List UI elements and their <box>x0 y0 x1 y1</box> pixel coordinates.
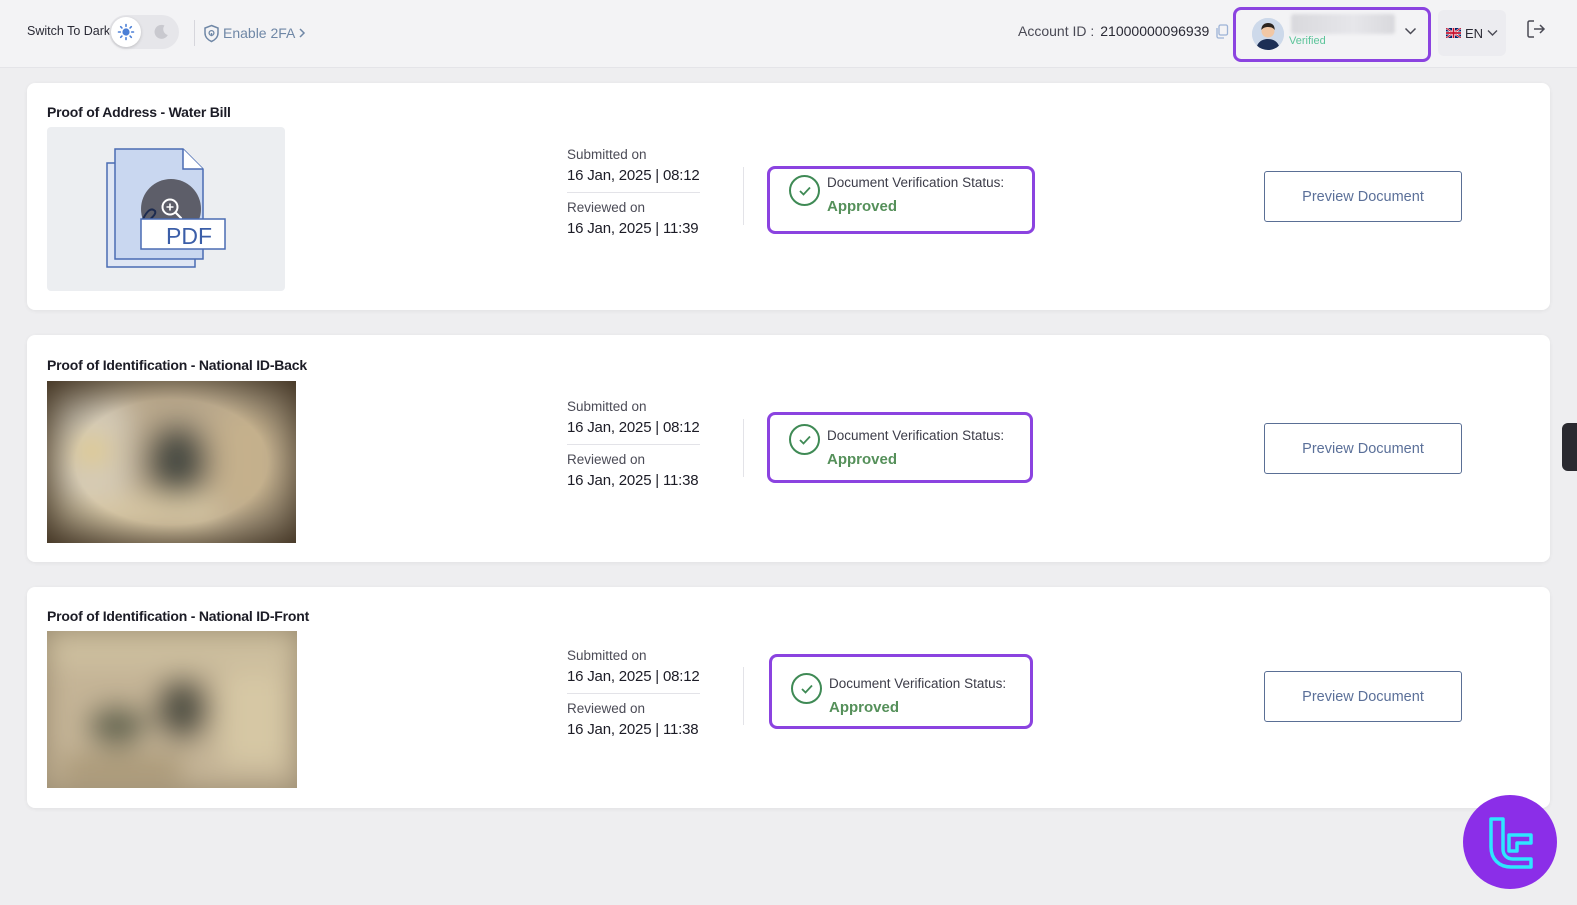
date-divider <box>567 192 700 193</box>
document-title: Proof of Address - Water Bill <box>47 104 231 120</box>
document-card: Proof of Identification - National ID-Ba… <box>27 335 1550 562</box>
reviewed-date: 16 Jan, 2025 | 11:39 <box>567 220 699 237</box>
brand-logo-icon <box>1463 795 1557 889</box>
document-dates: Submitted on 16 Jan, 2025 | 08:12 Review… <box>567 147 700 237</box>
reviewed-label: Reviewed on <box>567 200 646 215</box>
submitted-date: 16 Jan, 2025 | 08:12 <box>567 167 700 184</box>
avatar[interactable] <box>1252 18 1284 50</box>
sun-icon <box>117 23 135 41</box>
submitted-label: Submitted on <box>567 147 647 162</box>
date-divider <box>567 693 700 694</box>
column-divider <box>743 167 744 225</box>
flag-uk-icon <box>1445 28 1461 38</box>
verified-badge: Verified <box>1289 35 1326 47</box>
theme-toggle-label: Switch To Dark <box>27 24 111 38</box>
reviewed-label: Reviewed on <box>567 452 646 467</box>
profile-name-blurred <box>1291 14 1395 34</box>
theme-knob[interactable] <box>111 17 141 47</box>
language-selector[interactable]: EN <box>1438 10 1506 56</box>
theme-toggle[interactable] <box>109 15 179 49</box>
status-label: Document Verification Status: <box>827 175 1005 190</box>
verification-status: Document Verification Status: Approved <box>767 412 1033 483</box>
date-divider <box>567 444 700 445</box>
pdf-icon: PDF <box>106 148 226 268</box>
submitted-date: 16 Jan, 2025 | 08:12 <box>567 419 700 436</box>
column-divider <box>743 667 744 725</box>
preview-document-button[interactable]: Preview Document <box>1264 171 1462 222</box>
copy-icon[interactable] <box>1215 23 1229 39</box>
status-value: Approved <box>827 198 898 215</box>
logout-icon[interactable] <box>1526 19 1546 39</box>
shield-icon <box>204 24 219 42</box>
document-title: Proof of Identification - National ID-Fr… <box>47 608 310 624</box>
status-label: Document Verification Status: <box>827 428 1005 443</box>
document-thumbnail-pdf[interactable]: PDF <box>47 127 285 291</box>
side-feedback-tab[interactable] <box>1562 423 1577 471</box>
check-circle-icon <box>789 175 820 206</box>
submitted-label: Submitted on <box>567 648 647 663</box>
document-thumbnail-image[interactable] <box>47 631 297 788</box>
language-label[interactable]: EN <box>1465 26 1483 41</box>
enable-2fa-label[interactable]: Enable 2FA <box>223 25 295 41</box>
status-label: Document Verification Status: <box>829 676 1007 691</box>
account-id-value: 21000000096939 <box>1100 23 1210 39</box>
document-card: Proof of Address - Water Bill PDF Submit… <box>27 83 1550 310</box>
preview-document-button[interactable]: Preview Document <box>1264 671 1462 722</box>
header-divider <box>194 20 195 46</box>
account-id: Account ID : 21000000096939 <box>1018 23 1229 39</box>
reviewed-label: Reviewed on <box>567 701 646 716</box>
document-card: Proof of Identification - National ID-Fr… <box>27 587 1550 808</box>
verification-status: Document Verification Status: Approved <box>767 166 1035 234</box>
check-circle-icon <box>789 424 820 455</box>
top-bar: Switch To Dark Enable 2FA Account ID: 2… <box>0 0 1577 68</box>
reviewed-date: 16 Jan, 2025 | 11:38 <box>567 472 699 489</box>
document-dates: Submitted on 16 Jan, 2025 | 08:12 Review… <box>567 399 700 489</box>
reviewed-date: 16 Jan, 2025 | 11:38 <box>567 721 699 738</box>
document-thumbnail-image[interactable] <box>47 381 296 543</box>
chevron-right-icon <box>299 28 306 38</box>
moon-icon <box>154 24 168 39</box>
column-divider <box>743 419 744 477</box>
enable-2fa-link[interactable]: Enable 2FA <box>203 22 306 44</box>
chevron-down-icon <box>1487 30 1498 36</box>
preview-document-button[interactable]: Preview Document <box>1264 423 1462 474</box>
submitted-label: Submitted on <box>567 399 647 414</box>
profile-dropdown[interactable]: Verified <box>1233 7 1431 62</box>
status-value: Approved <box>827 451 898 468</box>
check-circle-icon <box>791 673 822 704</box>
document-dates: Submitted on 16 Jan, 2025 | 08:12 Review… <box>567 648 700 738</box>
pdf-text: PDF <box>166 223 212 249</box>
chevron-down-icon <box>1404 27 1417 35</box>
account-id-label: Account ID : <box>1018 23 1095 39</box>
submitted-date: 16 Jan, 2025 | 08:12 <box>567 668 700 685</box>
document-title: Proof of Identification - National ID-Ba… <box>47 357 307 373</box>
status-value: Approved <box>829 699 900 716</box>
verification-status: Document Verification Status: Approved <box>769 654 1033 729</box>
